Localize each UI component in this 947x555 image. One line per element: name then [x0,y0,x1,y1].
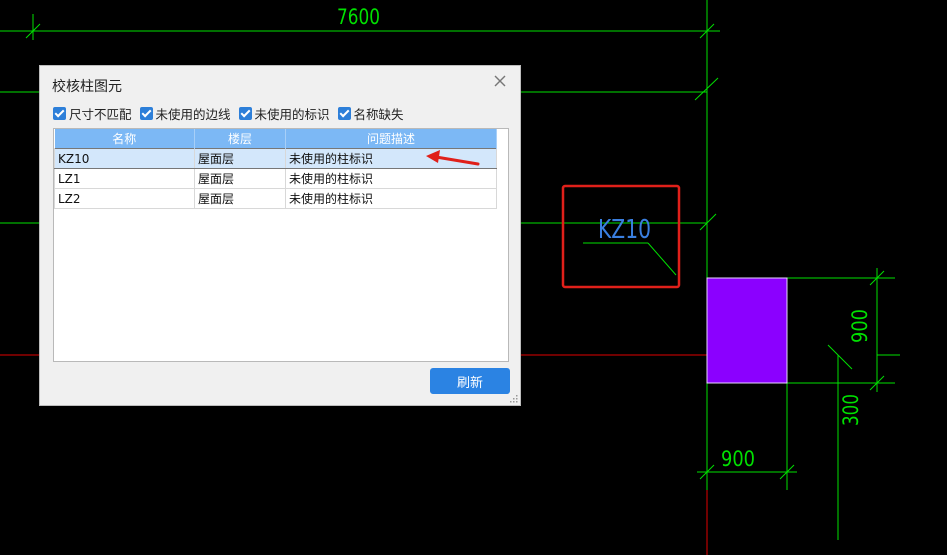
checkbox-label: 未使用的标识 [254,107,330,122]
cell-name: LZ1 [54,168,195,189]
dim-top-7600: 7600 [337,5,380,29]
cell-name: LZ2 [54,188,195,209]
refresh-button[interactable]: 刷新 [430,368,510,394]
checkbox-unused-label[interactable]: 未使用的标识 [238,104,330,123]
check-columns-dialog: 校核柱图元 尺寸不匹配 未使用的边线 未使用的标识 名称缺失 名称 楼层 问题描… [39,65,521,406]
checkbox-missing-name[interactable]: 名称缺失 [337,104,404,123]
column-shape[interactable] [706,277,788,384]
checkbox-unused-edge[interactable]: 未使用的边线 [139,104,231,123]
annotation-arrow-icon [426,150,480,166]
cell-floor: 屋面层 [194,188,286,209]
dim-right-300: 300 [839,394,863,426]
checkbox-checked-icon[interactable] [337,107,351,120]
cell-issue: 未使用的柱标识 [285,168,497,189]
checkbox-checked-icon[interactable] [139,107,153,120]
cell-issue: 未使用的柱标识 [285,188,497,209]
checkbox-label: 名称缺失 [353,107,404,122]
cell-floor: 屋面层 [194,168,286,189]
checkbox-size-mismatch[interactable]: 尺寸不匹配 [53,104,132,123]
cell-name: KZ10 [54,148,195,169]
table-header-row: 名称 楼层 问题描述 [54,129,497,149]
column-header-floor[interactable]: 楼层 [194,129,286,149]
checkbox-label: 未使用的边线 [155,107,231,122]
table-row[interactable]: LZ1 屋面层 未使用的柱标识 [54,168,497,189]
checkbox-checked-icon[interactable] [238,107,252,120]
dialog-title: 校核柱图元 [52,79,122,95]
filter-checkboxes: 尺寸不匹配 未使用的边线 未使用的标识 名称缺失 [53,104,404,123]
dim-right-900: 900 [848,309,872,343]
cell-floor: 屋面层 [194,148,286,169]
close-icon[interactable] [492,73,508,89]
column-label-kz10: KZ10 [598,215,651,245]
column-header-name[interactable]: 名称 [54,129,195,149]
checkbox-checked-icon[interactable] [53,107,66,120]
table-row[interactable]: LZ2 屋面层 未使用的柱标识 [54,188,497,209]
column-header-issue[interactable]: 问题描述 [285,129,497,149]
checkbox-label: 尺寸不匹配 [69,107,132,122]
dim-bottom-900: 900 [721,447,755,471]
resize-grip-icon[interactable] [509,394,518,403]
